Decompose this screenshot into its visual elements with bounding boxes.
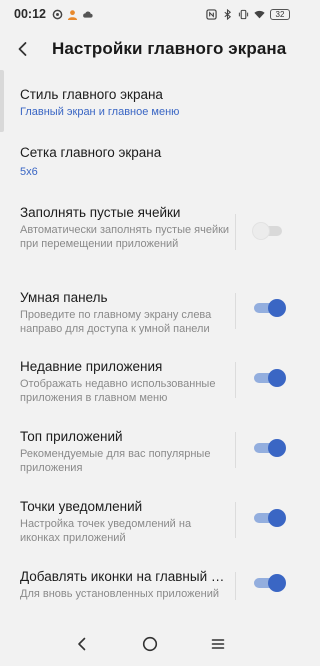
status-time: 00:12	[14, 7, 46, 21]
toggle-knob	[268, 299, 286, 317]
setting-subtitle: Проведите по главному экрану слева напра…	[20, 309, 212, 335]
battery-icon: 32	[270, 8, 290, 20]
setting-title: Умная панель	[20, 290, 108, 305]
toggle-knob	[268, 369, 286, 387]
setting-title: Недавние приложения	[20, 359, 163, 374]
divider	[235, 432, 236, 468]
page-title: Настройки главного экрана	[52, 39, 287, 58]
fill-empty-cells-toggle[interactable]	[253, 222, 286, 240]
top-apps-toggle[interactable]	[254, 439, 286, 457]
home-icon	[142, 636, 158, 652]
toggle-knob	[268, 509, 286, 527]
setting-top-apps[interactable]: Топ приложений Рекомендуемые для вас поп…	[0, 428, 300, 484]
setting-value: Главный экран и главное меню	[20, 106, 180, 118]
setting-title: Точки уведомлений	[20, 499, 143, 514]
toggle-knob	[268, 574, 286, 592]
nav-home-button[interactable]	[130, 624, 170, 664]
setting-subtitle: Отображать недавно использованные прилож…	[20, 378, 216, 404]
recents-icon	[211, 639, 225, 649]
setting-title: Топ приложений	[20, 429, 123, 444]
divider	[235, 502, 236, 538]
wifi-icon	[254, 9, 265, 20]
setting-home-grid[interactable]: Сетка главного экрана 5x6	[0, 142, 300, 192]
settings-icon	[52, 9, 63, 20]
setting-home-style[interactable]: Стиль главного экрана Главный экран и гл…	[0, 84, 300, 134]
status-bar: 00:12 32	[0, 0, 300, 28]
back-icon	[78, 637, 86, 651]
system-nav-bar	[0, 622, 300, 666]
divider	[235, 572, 236, 600]
divider	[235, 214, 236, 250]
back-button[interactable]	[0, 28, 46, 70]
nfc-icon	[206, 8, 217, 20]
avatar-icon	[67, 9, 78, 20]
divider	[235, 362, 236, 398]
recent-apps-toggle[interactable]	[254, 369, 286, 387]
setting-subtitle: Настройка точек уведомлений на иконках п…	[20, 518, 192, 544]
setting-notification-dots[interactable]: Точки уведомлений Настройка точек уведом…	[0, 498, 300, 554]
notification-dots-toggle[interactable]	[254, 509, 286, 527]
setting-fill-empty-cells[interactable]: Заполнять пустые ячейки Автоматически за…	[0, 202, 300, 268]
setting-title: Сетка главного экрана	[20, 145, 162, 160]
smart-panel-toggle[interactable]	[254, 299, 286, 317]
setting-subtitle: Автоматически заполнять пустые ячейки пр…	[20, 224, 230, 250]
app-bar: Настройки главного экрана	[0, 28, 300, 70]
toggle-knob	[253, 223, 269, 239]
setting-subtitle: Для вновь установленных приложений	[20, 588, 219, 600]
setting-recent-apps[interactable]: Недавние приложения Отображать недавно и…	[0, 358, 300, 414]
setting-title: Добавлять иконки на главный экран	[20, 569, 230, 584]
setting-add-home-icons[interactable]: Добавлять иконки на главный экран Для вн…	[0, 568, 300, 614]
setting-smart-panel[interactable]: Умная панель Проведите по главному экран…	[0, 287, 300, 343]
vibrate-icon	[238, 9, 249, 20]
bluetooth-icon	[222, 8, 233, 20]
setting-title: Заполнять пустые ячейки	[20, 205, 181, 220]
arrow-left-icon	[18, 42, 27, 56]
nav-recents-button[interactable]	[198, 624, 238, 664]
cloud-icon	[82, 9, 93, 20]
setting-value: 5x6	[20, 166, 38, 178]
toggle-knob	[268, 439, 286, 457]
setting-title: Стиль главного экрана	[20, 87, 163, 102]
setting-subtitle: Рекомендуемые для вас популярные приложе…	[20, 448, 211, 474]
nav-back-button[interactable]	[62, 624, 102, 664]
add-home-icons-toggle[interactable]	[254, 574, 286, 592]
divider	[235, 293, 236, 329]
